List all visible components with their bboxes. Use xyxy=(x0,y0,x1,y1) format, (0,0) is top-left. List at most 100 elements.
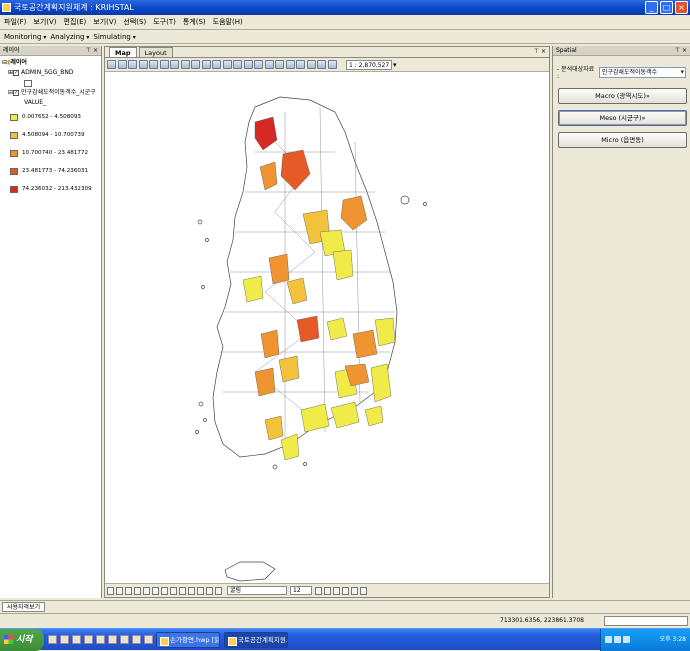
tree-root[interactable]: ⊟ ▮ 레이어 xyxy=(2,58,99,68)
menu-view-2[interactable]: 보기(V) xyxy=(93,17,116,27)
legend-swatch xyxy=(10,185,18,193)
refresh-icon[interactable] xyxy=(327,60,337,69)
spatial-panel-header: Spatial ⊤ × xyxy=(553,46,690,56)
menu-select[interactable]: 선택(S) xyxy=(123,17,146,27)
legend-label: 0.007652 - 4.508093 xyxy=(22,114,81,120)
hyperlink-icon[interactable] xyxy=(296,60,305,69)
italic-icon[interactable] xyxy=(324,586,331,595)
close-button[interactable]: × xyxy=(675,1,688,14)
table-icon[interactable] xyxy=(317,60,326,69)
micro-button[interactable]: Micro (읍면동) xyxy=(558,132,687,148)
meso-button[interactable]: Meso (시군구)» xyxy=(558,110,687,126)
layer-population-checkbox[interactable]: ✓ xyxy=(13,90,20,96)
pin-icon[interactable]: ⊤ × xyxy=(534,48,546,55)
new-icon[interactable] xyxy=(107,60,116,69)
menu-tools[interactable]: 도구(T) xyxy=(153,17,176,27)
globe-icon[interactable] xyxy=(264,60,274,69)
legend-label: 4.508094 - 10.700739 xyxy=(22,132,85,138)
draw-ellipse-icon[interactable] xyxy=(197,586,204,595)
fill-color-icon[interactable] xyxy=(351,586,358,595)
draw-circle-icon[interactable] xyxy=(188,586,195,595)
font-size-select[interactable]: 12 xyxy=(290,586,312,595)
bold-icon[interactable] xyxy=(315,586,322,595)
macro-button[interactable]: Macro (광역시도)» xyxy=(558,88,687,104)
print-icon[interactable] xyxy=(138,60,148,69)
quicklaunch-icon[interactable] xyxy=(132,635,141,644)
draw-curve-icon[interactable] xyxy=(152,586,159,595)
layer-admin[interactable]: ⊞ ✓ ADMIN_SGG_BND xyxy=(2,68,99,78)
measure-icon[interactable] xyxy=(285,60,295,69)
quicklaunch-icon[interactable] xyxy=(48,635,57,644)
select-arrow-icon[interactable] xyxy=(107,586,114,595)
scale-input[interactable]: 1 : 2,870,527 xyxy=(346,59,392,70)
region-class-1 xyxy=(370,363,392,403)
map-canvas[interactable] xyxy=(105,72,549,584)
quicklaunch-icon[interactable] xyxy=(144,635,153,644)
open-icon[interactable] xyxy=(117,60,127,69)
quicklaunch-icon[interactable] xyxy=(60,635,69,644)
layer-population[interactable]: ⊟ ✓ 인구감쇄도적이동객수_시군구 xyxy=(2,88,99,98)
tray-icon[interactable] xyxy=(614,636,621,643)
full-extent-icon[interactable] xyxy=(201,60,211,69)
menu-edit[interactable]: 편집(E) xyxy=(64,17,87,27)
analysis-target-select[interactable]: 인구감쇄도적이동객수 xyxy=(598,66,686,78)
menu-stats[interactable]: 통계(S) xyxy=(183,17,206,27)
callout-icon[interactable] xyxy=(215,586,222,595)
line-color-icon[interactable] xyxy=(360,586,367,595)
layer-add-icon[interactable] xyxy=(306,60,316,69)
draw-rectangle-icon[interactable] xyxy=(170,586,177,595)
quicklaunch-icon[interactable] xyxy=(72,635,81,644)
font-name-select[interactable]: 굴림 xyxy=(227,586,287,595)
tray-icon[interactable] xyxy=(605,636,612,643)
underline-icon[interactable] xyxy=(333,586,340,595)
font-color-icon[interactable] xyxy=(342,586,349,595)
draw-point-icon[interactable] xyxy=(134,586,141,595)
quicklaunch-icon[interactable] xyxy=(120,635,129,644)
identify-icon[interactable] xyxy=(254,60,263,69)
taskbar-item-app[interactable]: 국토공간계획지원... xyxy=(224,632,288,648)
menu-file[interactable]: 파일(F) xyxy=(4,17,26,27)
layer-panel: 레이어 ⊤ × ⊟ ▮ 레이어 ⊞ ✓ ADMIN_SGG_BND ⊟ ✓ 인구… xyxy=(0,46,102,598)
quicklaunch-icon[interactable] xyxy=(84,635,93,644)
pin-icon[interactable]: ⊤ × xyxy=(86,46,98,56)
monitoring-menu[interactable]: Monitoring xyxy=(4,33,46,41)
minimize-button[interactable]: _ xyxy=(645,1,658,14)
tab-layout[interactable]: Layout xyxy=(138,47,173,57)
pan-icon[interactable] xyxy=(191,60,200,69)
rotate-icon[interactable] xyxy=(116,586,123,595)
draw-polygon-icon[interactable] xyxy=(179,586,186,595)
simulating-menu[interactable]: Simulating xyxy=(93,33,135,41)
draw-line-icon[interactable] xyxy=(143,586,150,595)
draw-freehand-icon[interactable] xyxy=(161,586,168,595)
forward-icon[interactable] xyxy=(243,60,253,69)
save-icon[interactable] xyxy=(128,60,137,69)
cut-icon[interactable] xyxy=(149,60,158,69)
layer-admin-checkbox[interactable]: ✓ xyxy=(13,70,20,76)
pin-icon[interactable]: ⊤ × xyxy=(675,46,687,56)
quicklaunch-icon[interactable] xyxy=(96,635,105,644)
fixed-zoom-in-icon[interactable] xyxy=(212,60,221,69)
back-icon[interactable] xyxy=(233,60,242,69)
zoom-page-icon[interactable] xyxy=(125,586,132,595)
zoom-out-icon[interactable] xyxy=(180,60,190,69)
zoom-in-icon[interactable] xyxy=(170,60,179,69)
maximize-button[interactable]: □ xyxy=(660,1,673,14)
analyzing-menu[interactable]: Analyzing xyxy=(50,33,89,41)
menu-view[interactable]: 보기(V) xyxy=(33,17,56,27)
start-button[interactable]: 시작 xyxy=(0,629,44,651)
select-icon[interactable] xyxy=(159,60,169,69)
find-icon[interactable] xyxy=(275,60,284,69)
menu-help[interactable]: 도움말(H) xyxy=(213,17,243,27)
korea-map[interactable] xyxy=(105,72,549,584)
user-view-tab[interactable]: 사용자격보기 xyxy=(2,602,46,612)
quicklaunch-icon[interactable] xyxy=(108,635,117,644)
tray-icon[interactable] xyxy=(623,636,630,643)
legend-swatch xyxy=(10,131,18,139)
fixed-zoom-out-icon[interactable] xyxy=(222,60,232,69)
chevron-down-icon[interactable]: ▾ xyxy=(393,61,397,69)
taskbar-item-hwp[interactable]: 손가항면.hwp [읽... xyxy=(156,632,220,648)
menu-bar: 파일(F) 보기(V) 편집(E) 보기(V) 선택(S) 도구(T) 통계(S… xyxy=(0,15,690,30)
tab-map[interactable]: Map xyxy=(109,47,137,57)
text-icon[interactable] xyxy=(206,586,213,595)
legend-item: 74.236032 - 213.432309 xyxy=(2,180,99,198)
